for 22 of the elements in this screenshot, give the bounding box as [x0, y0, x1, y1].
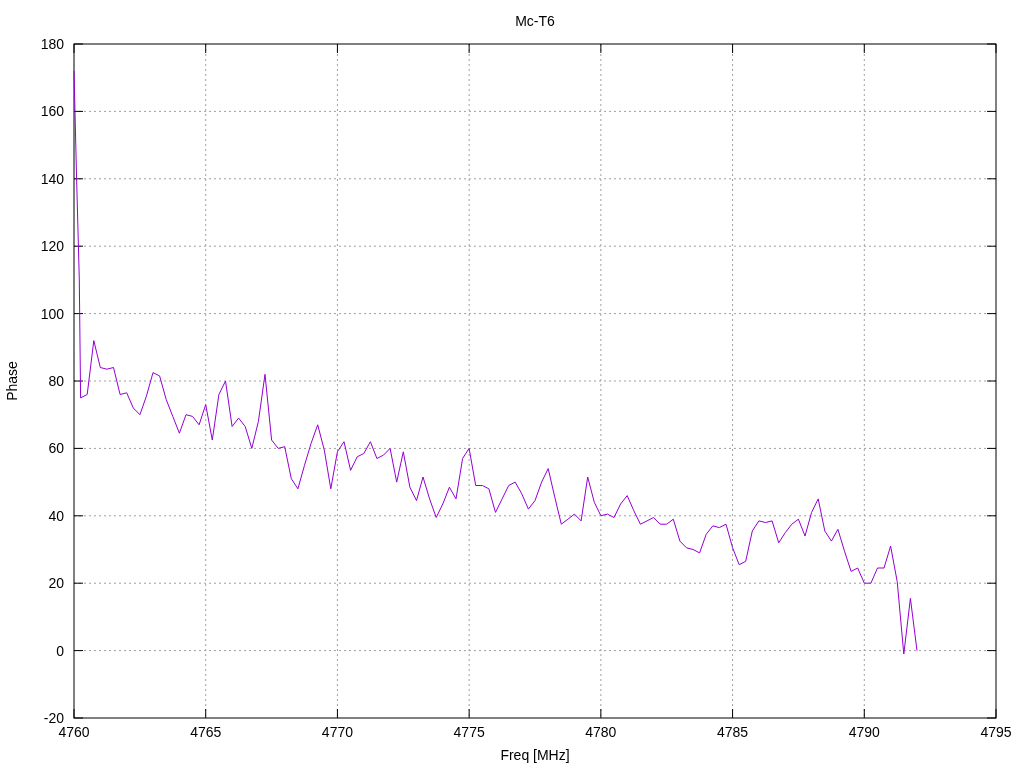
tick-label: 4760: [58, 724, 90, 740]
tick-label: 0: [56, 642, 64, 659]
x-axis-label: Freq [MHz]: [500, 747, 570, 763]
y-axis-label: Phase: [4, 361, 20, 401]
tick-label: 4785: [717, 724, 749, 740]
tick-label: 4790: [848, 724, 880, 740]
tick-label: 4780: [585, 724, 617, 740]
tick-label: 120: [40, 238, 64, 255]
tick-label: 140: [40, 170, 64, 187]
tick-label: 80: [48, 373, 64, 389]
tick-label: 60: [48, 440, 64, 457]
tick-label: 4795: [980, 724, 1012, 740]
tick-label: 180: [40, 36, 64, 52]
chart-title: Mc-T6: [515, 13, 555, 29]
tick-label: 40: [48, 507, 64, 524]
tick-label: 100: [40, 305, 64, 322]
tick-label: 4765: [190, 724, 222, 740]
tick-label: 160: [40, 103, 64, 120]
tick-label: 20: [48, 575, 64, 592]
tick-label: 4775: [453, 724, 485, 740]
tick-label: 4770: [321, 724, 353, 740]
tick-label: -20: [43, 710, 64, 726]
